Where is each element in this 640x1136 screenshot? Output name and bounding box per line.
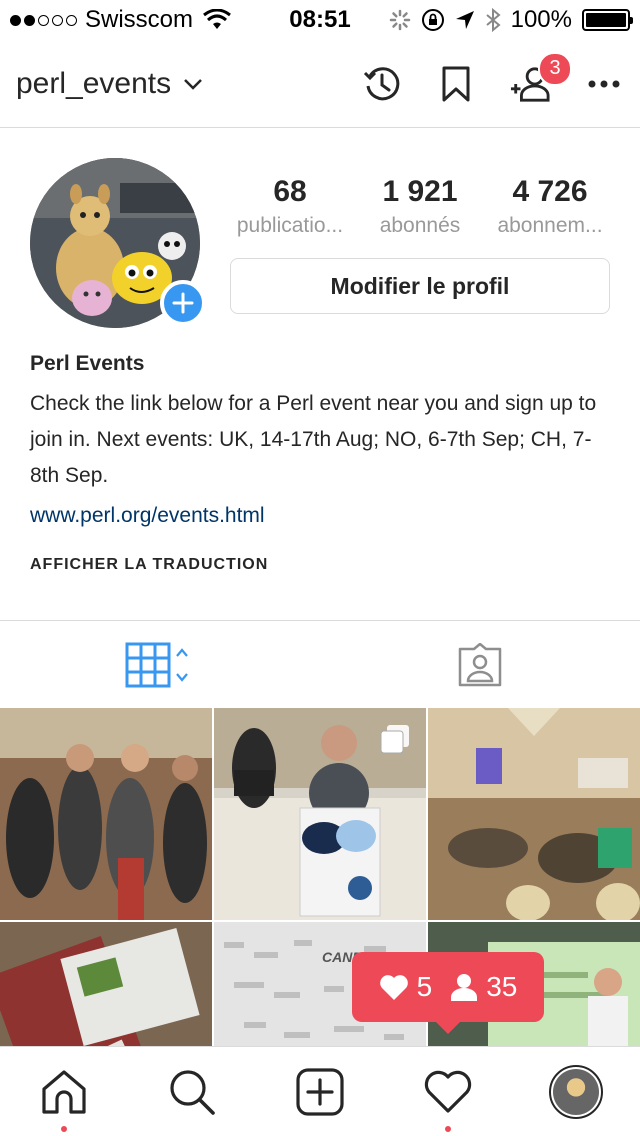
add-story-button[interactable] — [160, 280, 206, 326]
profile-header: perl_events 3 — [0, 40, 640, 128]
activity-icon — [424, 1070, 472, 1113]
bookmark-icon — [442, 66, 470, 101]
wifi-icon — [203, 9, 231, 29]
profile-stats: 68 publicatio... 1 921 abonnés 4 726 abo… — [230, 172, 610, 240]
edit-profile-button[interactable]: Modifier le profil — [230, 258, 610, 314]
person-icon — [451, 974, 478, 1001]
stat-label: abonnem... — [497, 214, 603, 237]
profile-bio: Perl Events Check the link below for a P… — [30, 348, 615, 534]
location-arrow-icon — [455, 11, 474, 29]
profile-avatar — [549, 1064, 603, 1119]
see-translation-button[interactable]: AFFICHER LA TRADUCTION — [30, 556, 268, 574]
tab-activity[interactable] — [416, 1060, 480, 1132]
battery-percent: 100% — [510, 6, 572, 33]
chevron-down-icon — [184, 78, 202, 90]
tab-tagged[interactable] — [320, 621, 640, 709]
likes-value: 5 — [416, 971, 433, 1002]
discover-people-button[interactable]: 3 — [510, 51, 572, 104]
account-switcher[interactable]: perl_events — [16, 67, 203, 101]
post-thumbnail[interactable] — [428, 708, 640, 920]
multiple-photos-icon — [380, 725, 409, 754]
battery-icon — [582, 9, 633, 31]
notification-dot — [445, 1125, 451, 1132]
saved-button[interactable] — [436, 64, 476, 104]
website-link[interactable]: www.perl.org/events.html — [30, 498, 615, 534]
posts-count[interactable]: 68 publicatio... — [230, 172, 350, 240]
new-post-icon — [296, 1067, 344, 1116]
plus-icon — [172, 292, 194, 314]
archive-button[interactable] — [362, 64, 402, 104]
likes-count: 5 — [379, 971, 433, 1003]
home-icon — [42, 1069, 86, 1114]
options-button[interactable] — [584, 64, 624, 104]
stat-value: 4 726 — [512, 175, 588, 208]
tagged-photos-icon — [458, 643, 502, 687]
stat-value: 1 921 — [382, 175, 458, 208]
loading-spinner-icon — [389, 9, 410, 31]
orientation-lock-icon — [421, 9, 444, 31]
bio-text: Check the link below for a Perl event ne… — [30, 392, 597, 487]
activity-notification-toast[interactable]: 5 35 — [352, 952, 544, 1034]
followers-count[interactable]: 1 921 abonnés — [360, 172, 480, 240]
following-count[interactable]: 4 726 abonnem... — [490, 172, 610, 240]
notification-badge: 3 — [538, 51, 572, 86]
tab-profile[interactable] — [544, 1060, 608, 1124]
more-options-icon — [588, 80, 620, 87]
bottom-tab-bar — [0, 1046, 640, 1136]
profile-picture[interactable] — [30, 158, 206, 328]
follows-count: 35 — [450, 971, 517, 1003]
follows-value: 35 — [486, 971, 518, 1002]
post-thumbnail[interactable] — [0, 708, 212, 920]
stat-label: publicatio... — [236, 214, 344, 237]
tab-search[interactable] — [160, 1060, 224, 1124]
heart-icon — [379, 975, 408, 1000]
stat-label: abonnés — [379, 214, 461, 237]
profile-tabs — [0, 620, 640, 708]
bluetooth-icon — [485, 8, 501, 32]
notification-dot — [61, 1125, 67, 1132]
signal-strength-icon — [10, 14, 77, 26]
carrier-name: Swisscom — [85, 6, 194, 33]
status-bar: Swisscom 08:51 100% — [0, 0, 640, 40]
history-icon — [363, 66, 400, 100]
username: perl_events — [16, 66, 172, 100]
tab-new-post[interactable] — [288, 1060, 352, 1124]
grid-icon — [125, 642, 188, 688]
tab-grid[interactable] — [0, 621, 320, 709]
profile-name: Perl Events — [30, 352, 145, 375]
search-icon — [170, 1069, 215, 1115]
post-thumbnail[interactable] — [214, 708, 426, 920]
stat-value: 68 — [273, 175, 307, 208]
tab-home[interactable] — [32, 1060, 96, 1132]
